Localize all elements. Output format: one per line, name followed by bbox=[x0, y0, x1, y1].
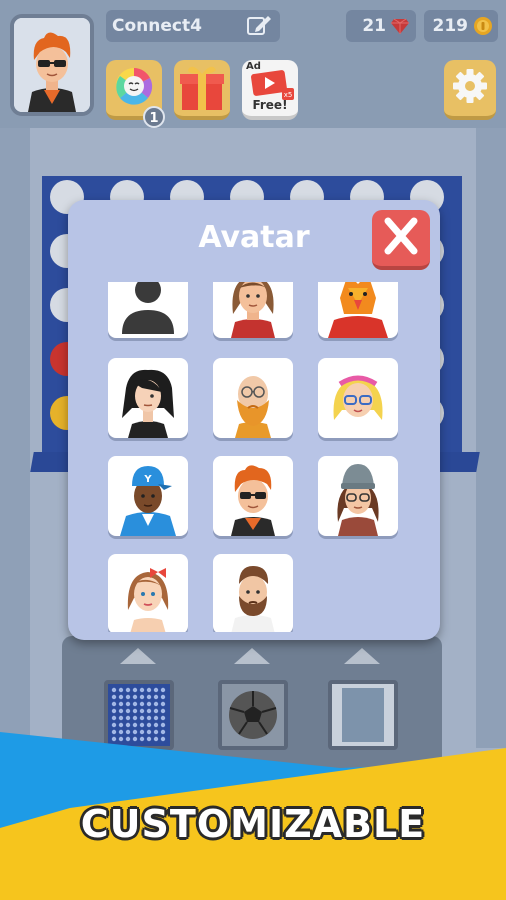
pattern-dot bbox=[132, 687, 138, 693]
avatar-sunglasses-icon bbox=[231, 465, 275, 536]
pattern-dot bbox=[125, 715, 131, 721]
pattern-dot bbox=[146, 694, 152, 700]
pattern-dot bbox=[111, 708, 117, 714]
close-icon bbox=[384, 217, 418, 255]
selector-arrow-up-3[interactable] bbox=[344, 648, 380, 664]
pattern-dot bbox=[125, 708, 131, 714]
pattern-dot bbox=[153, 687, 159, 693]
pattern-dot bbox=[132, 694, 138, 700]
pattern-dot bbox=[132, 715, 138, 721]
avatar-cap-hoodie-icon: Y bbox=[120, 466, 176, 536]
pattern-dot bbox=[125, 722, 131, 728]
avatar-beanie-icon bbox=[337, 464, 379, 536]
pattern-dot bbox=[160, 687, 166, 693]
pattern-dot bbox=[160, 701, 166, 707]
avatar-option-bald-ginger-beard[interactable] bbox=[213, 358, 293, 438]
avatar-option-sunglasses-redhead[interactable] bbox=[213, 456, 293, 536]
pattern-dot bbox=[125, 687, 131, 693]
pattern-dot bbox=[139, 715, 145, 721]
pattern-dot bbox=[111, 722, 117, 728]
pattern-dot bbox=[146, 687, 152, 693]
notification-badge: 1 bbox=[143, 106, 165, 128]
pattern-dot bbox=[146, 708, 152, 714]
avatar-option-blonde-glasses-girl[interactable] bbox=[318, 358, 398, 438]
pattern-dot bbox=[118, 722, 124, 728]
pattern-dot bbox=[160, 715, 166, 721]
pattern-dot bbox=[111, 715, 117, 721]
pattern-dot bbox=[153, 694, 159, 700]
promo-caption: CUSTOMIZABLE bbox=[80, 802, 426, 846]
selector-arrow-up-1[interactable] bbox=[120, 648, 156, 664]
avatar-bow-girl-icon bbox=[127, 568, 169, 632]
avatar-bearded-man-icon bbox=[231, 566, 275, 632]
pattern-dot bbox=[118, 687, 124, 693]
pattern-dot bbox=[146, 701, 152, 707]
avatar-bird-mask-icon bbox=[328, 282, 388, 338]
gear-icon bbox=[453, 69, 487, 103]
avatar-option-bearded-man[interactable] bbox=[213, 554, 293, 632]
pattern-dot bbox=[111, 701, 117, 707]
pencil-icon bbox=[247, 16, 271, 35]
avatar-bald-beard-icon bbox=[235, 376, 271, 438]
gift-icon bbox=[180, 66, 224, 110]
avatar-option-brown-hair-woman[interactable] bbox=[213, 282, 293, 338]
avatar-option-bow-girl[interactable] bbox=[108, 554, 188, 632]
avatar-option-black-hair-emo[interactable] bbox=[108, 358, 188, 438]
pattern-dot bbox=[125, 701, 131, 707]
pattern-dot bbox=[153, 701, 159, 707]
gem-icon bbox=[391, 18, 409, 34]
pattern-dot bbox=[139, 694, 145, 700]
pattern-dot bbox=[111, 694, 117, 700]
pattern-dot bbox=[132, 722, 138, 728]
avatar-grid: Y bbox=[68, 282, 440, 632]
pattern-dot bbox=[139, 708, 145, 714]
pattern-dot bbox=[153, 708, 159, 714]
ad-tag: Ad bbox=[246, 61, 261, 72]
pattern-dot bbox=[132, 708, 138, 714]
pattern-dot bbox=[146, 722, 152, 728]
pattern-dot bbox=[139, 687, 145, 693]
pattern-dot bbox=[118, 708, 124, 714]
avatar-blonde-glasses-icon bbox=[333, 375, 383, 420]
avatar-option-beanie-glasses-woman[interactable] bbox=[318, 456, 398, 536]
pattern-dot bbox=[118, 701, 124, 707]
settings-button[interactable] bbox=[444, 60, 496, 120]
ad-free-label: Free! bbox=[252, 98, 288, 112]
board-wall-right bbox=[476, 128, 506, 748]
coin-icon bbox=[474, 17, 492, 35]
pattern-dot bbox=[160, 708, 166, 714]
avatar-silhouette-icon bbox=[122, 282, 174, 334]
pattern-dot bbox=[160, 722, 166, 728]
pattern-dot bbox=[139, 722, 145, 728]
edit-name-button[interactable] bbox=[246, 14, 272, 38]
pattern-dot bbox=[118, 694, 124, 700]
pattern-dot bbox=[153, 722, 159, 728]
avatar-option-default-silhouette[interactable] bbox=[108, 282, 188, 338]
pattern-dot bbox=[160, 694, 166, 700]
pattern-dot bbox=[132, 701, 138, 707]
board-wall-left bbox=[0, 128, 30, 748]
coin-count: 219 bbox=[432, 16, 469, 36]
avatar-option-cap-hoodie-guy[interactable]: Y bbox=[108, 456, 188, 536]
avatar-emo-icon bbox=[122, 369, 174, 438]
player-avatar[interactable] bbox=[10, 14, 94, 116]
pattern-dot bbox=[139, 701, 145, 707]
pattern-dot bbox=[118, 715, 124, 721]
player-name: Connect4 bbox=[112, 16, 202, 36]
gift-button[interactable] bbox=[174, 60, 230, 120]
close-button[interactable] bbox=[372, 210, 430, 270]
avatar-woman-icon bbox=[231, 282, 275, 338]
selector-arrow-up-2[interactable] bbox=[234, 648, 270, 664]
avatar-option-orange-bird-mask[interactable] bbox=[318, 282, 398, 338]
svg-text:Y: Y bbox=[143, 474, 152, 485]
pattern-dot bbox=[153, 715, 159, 721]
gem-count: 21 bbox=[362, 16, 386, 36]
pattern-dot bbox=[146, 715, 152, 721]
pattern-dot bbox=[125, 694, 131, 700]
pattern-dot bbox=[111, 687, 117, 693]
